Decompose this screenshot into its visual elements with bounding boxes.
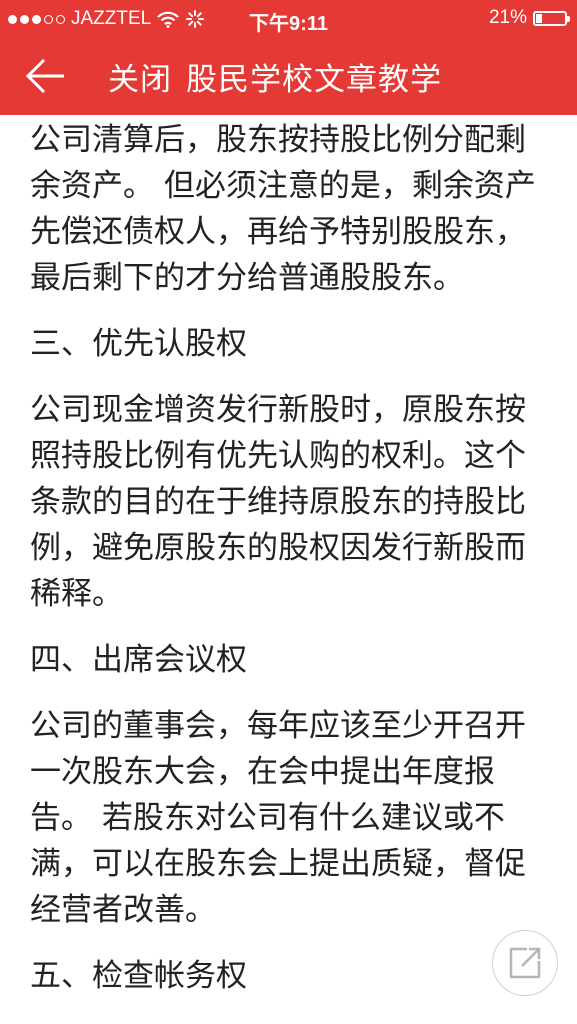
article-body: 公司清算后，股东按持股比例分配剩余资产。 但必须注意的是，剩余资产先偿还债权人，… xyxy=(0,117,577,999)
status-right: 21% xyxy=(488,7,570,29)
section-heading: 四、出席会议权 xyxy=(30,642,247,678)
arrow-left-icon xyxy=(25,58,64,94)
nav-title: 关闭 股民学校文章教学 xyxy=(108,54,442,99)
section-heading: 三、优先认股权 xyxy=(30,326,247,362)
battery-level xyxy=(536,13,542,23)
article-paragraph: 公司清算后，股东按持股比例分配剩余资产。 但必须注意的是，剩余资产先偿还债权人，… xyxy=(30,122,536,296)
nav-bar: 关闭 股民学校文章教学 xyxy=(0,38,577,115)
share-icon xyxy=(509,947,541,979)
page-title: 股民学校文章教学 xyxy=(186,62,442,98)
share-button[interactable] xyxy=(492,930,558,996)
article-content[interactable]: 公司清算后，股东按持股比例分配剩余资产。 但必须注意的是，剩余资产先偿还债权人，… xyxy=(0,115,577,1024)
close-button[interactable]: 关闭 xyxy=(108,62,172,98)
battery-icon xyxy=(533,10,570,26)
section-heading: 五、检查帐务权 xyxy=(30,958,247,994)
status-bar: JAZZTEL 下午9:11 21% xyxy=(0,0,577,38)
battery-tip xyxy=(567,15,570,22)
back-button[interactable] xyxy=(24,56,68,96)
article-paragraph: 公司现金增资发行新股时，原股东按照持股比例有优先认购的权利。这个条款的目的在于维… xyxy=(30,392,526,612)
article-paragraph: 公司的董事会，每年应该至少开召开一次股东大会，在会中提出年度报告。 若股东对公司… xyxy=(30,708,526,928)
battery-percent: 21% xyxy=(488,7,527,28)
